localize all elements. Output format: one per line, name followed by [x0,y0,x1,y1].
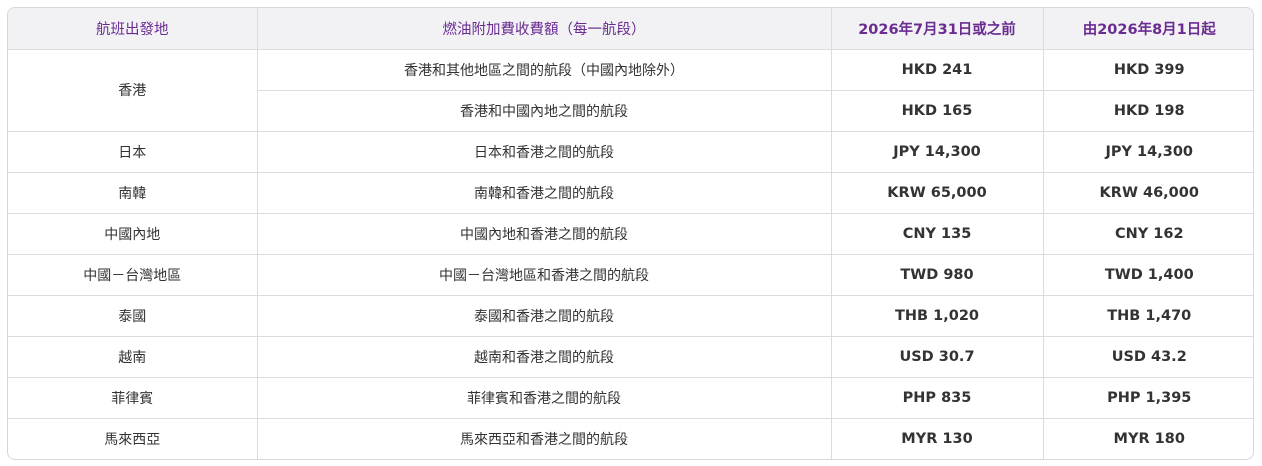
after-value-cell: USD 43.2 [1043,336,1253,378]
before-value-cell: TWD 980 [831,254,1044,296]
origin-cell: 菲律賓 [8,377,258,419]
after-value-cell: PHP 1,395 [1043,377,1253,419]
origin-cell: 中國內地 [8,213,258,255]
before-value-cell: THB 1,020 [831,295,1044,337]
after-value-cell: MYR 180 [1113,430,1185,447]
fuel-surcharge-table-container: 航班出發地 燃油附加費收費額（每一航段） 2026年7月31日或之前 由2026… [7,7,1254,460]
after-value-cell: HKD 198 [1043,90,1253,132]
before-value-cell: PHP 835 [831,377,1044,419]
after-value-cell: TWD 1,400 [1043,254,1253,296]
after-value-cell: KRW 46,000 [1043,172,1253,214]
header-after-date: 由2026年8月1日起 [1043,8,1253,50]
before-value-cell: USD 30.7 [831,336,1044,378]
before-value-cell: KRW 65,000 [831,172,1044,214]
origin-cell: 香港 [8,49,258,132]
segment-cell: 香港和中國內地之間的航段 [257,90,832,132]
origin-cell: 南韓 [8,172,258,214]
table-row: 馬來西亞 馬來西亞和香港之間的航段 MYR 130 MYR 180 [8,418,1253,459]
segment-cell: 馬來西亞和香港之間的航段 [257,418,832,459]
after-value-cell: THB 1,470 [1043,295,1253,337]
before-value-cell: JPY 14,300 [831,131,1044,173]
segment-cell: 越南和香港之間的航段 [257,336,832,378]
segment-cell: 泰國和香港之間的航段 [257,295,832,337]
header-surcharge: 燃油附加費收費額（每一航段） [257,8,832,50]
before-value-cell: MYR 130 [831,418,1044,459]
before-value-cell: HKD 241 [831,49,1044,91]
fuel-surcharge-table: 航班出發地 燃油附加費收費額（每一航段） 2026年7月31日或之前 由2026… [8,8,1253,459]
table-row: 中國內地 中國內地和香港之間的航段 CNY 135 CNY 162 [8,213,1253,255]
table-row: 泰國 泰國和香港之間的航段 THB 1,020 THB 1,470 [8,295,1253,337]
table-row: 中國－台灣地區 中國－台灣地區和香港之間的航段 TWD 980 TWD 1,40… [8,254,1253,296]
origin-cell: 中國－台灣地區 [8,254,258,296]
origin-cell: 越南 [8,336,258,378]
before-value-cell: CNY 135 [831,213,1044,255]
after-value-cell: CNY 162 [1043,213,1253,255]
table-row: 香港 香港和其他地區之間的航段（中國內地除外） HKD 241 HKD 399 [8,49,1253,132]
origin-cell: 日本 [8,131,258,173]
origin-cell: 泰國 [8,295,258,337]
after-value-cell: HKD 399 [1043,49,1253,91]
segment-cell: 中國內地和香港之間的航段 [257,213,832,255]
table-body: 香港 香港和其他地區之間的航段（中國內地除外） HKD 241 HKD 399 … [8,49,1253,459]
table-row: 越南 越南和香港之間的航段 USD 30.7 USD 43.2 [8,336,1253,378]
origin-cell: 馬來西亞 [8,418,258,459]
segment-cell: 菲律賓和香港之間的航段 [257,377,832,419]
table-row: 日本 日本和香港之間的航段 JPY 14,300 JPY 14,300 [8,131,1253,173]
after-value-cell: JPY 14,300 [1043,131,1253,173]
segment-cell: 南韓和香港之間的航段 [257,172,832,214]
segment-cell: 日本和香港之間的航段 [257,131,832,173]
segment-cell: 香港和其他地區之間的航段（中國內地除外） [257,49,832,91]
table-header: 航班出發地 燃油附加費收費額（每一航段） 2026年7月31日或之前 由2026… [8,8,1253,50]
before-value-cell: HKD 165 [831,90,1044,132]
header-before-date: 2026年7月31日或之前 [831,8,1044,50]
table-row: 菲律賓 菲律賓和香港之間的航段 PHP 835 PHP 1,395 [8,377,1253,419]
header-row: 航班出發地 燃油附加費收費額（每一航段） 2026年7月31日或之前 由2026… [8,8,1253,50]
table-row: 南韓 南韓和香港之間的航段 KRW 65,000 KRW 46,000 [8,172,1253,214]
segment-cell: 中國－台灣地區和香港之間的航段 [257,254,832,296]
header-origin: 航班出發地 [8,8,258,50]
